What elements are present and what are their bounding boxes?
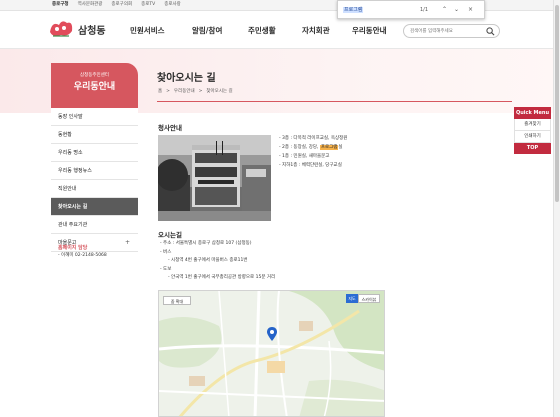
sidebar-header: 삼청동주민센터 우리동안내 <box>51 63 138 108</box>
walk-label: - 도보 <box>160 266 172 272</box>
sidebar-item-news[interactable]: 우리동 행정뉴스 <box>51 162 138 180</box>
utility-links: 종로구청 역사문화관광 종로구의회 종로TV 종로사랑 <box>52 1 181 9</box>
nav-item-notice[interactable]: 알림/참여 <box>192 25 248 36</box>
page-title: 찾아오시는 길 <box>157 73 216 84</box>
logo-icon[interactable] <box>47 17 75 39</box>
find-highlight: 프로그램 <box>319 145 339 150</box>
find-query-field[interactable]: 프로그램 <box>343 5 431 15</box>
utility-link-tourism[interactable]: 역사문화관광 <box>78 1 103 9</box>
floor-item: - 2층 : 동장실, 강당, 프로그램실 <box>279 143 347 152</box>
location-map[interactable]: 줌 확대 지도 스카이뷰 <box>158 290 385 417</box>
contact-info: 홈페이지 담당 - 이혜미 02-2148-5068 <box>58 244 138 260</box>
sidebar-item-label: 우리동 행정뉴스 <box>58 168 92 174</box>
sidebar-item-staff[interactable]: 직원안내 <box>51 180 138 198</box>
sidebar-item-landmarks[interactable]: 우리동 명소 <box>51 144 138 162</box>
section-title-building: 청사안내 <box>158 124 182 132</box>
address-text: - 주소 : 서울특별시 종로구 삼청로 107 (삼청동) <box>160 241 252 246</box>
main-nav: 민원서비스 알림/참여 주민생활 자치회관 우리동안내 <box>130 25 402 36</box>
map-view-button[interactable]: 지도 <box>346 294 358 303</box>
floor-text: 실 <box>338 145 343 150</box>
find-bar: 프로그램 1/1 ⌃ ⌄ × <box>337 0 485 19</box>
quick-menu: Quick Menu 즐겨찾기 인쇄하기 TOP <box>514 107 551 154</box>
sidebar-item-directions[interactable]: 찾아오시는 길 <box>51 198 138 216</box>
scroll-top-button[interactable]: TOP <box>514 143 551 154</box>
utility-link-jongno[interactable]: 종로구청 <box>52 1 69 9</box>
sidebar-title: 우리동안내 <box>73 82 116 92</box>
find-next-icon[interactable]: ⌄ <box>452 5 461 15</box>
breadcrumb: 홈 > 우리동안내 > 찾아오시는 길 <box>158 89 233 95</box>
floor-text: - 2층 : 동장실, 강당, <box>279 145 320 150</box>
floor-list: - 3층 : 다목적 라이프교실, 옥상정원 - 2층 : 동장실, 강당, 프… <box>279 134 347 170</box>
floor-text: - 지하1층 : 체력단련실, 당구교실 <box>279 163 342 168</box>
section-title-directions: 오시는길 <box>158 231 182 239</box>
walk-detail: - 안국역 1번 출구에서 국무총리공관 방향으로 15분 거리 <box>168 275 276 280</box>
find-prev-icon[interactable]: ⌃ <box>440 5 449 15</box>
title-divider <box>157 101 512 102</box>
find-count: 1/1 <box>420 7 429 13</box>
sky-view-button[interactable]: 스카이뷰 <box>358 294 380 303</box>
utility-link-love[interactable]: 종로사랑 <box>164 1 181 9</box>
sidebar-item-label: 찾아오시는 길 <box>58 204 88 210</box>
floor-item: - 3층 : 다목적 라이프교실, 옥상정원 <box>279 134 347 143</box>
sidebar-item-label: 관내 주요기관 <box>58 222 88 228</box>
contact-value: - 이혜미 02-2148-5068 <box>58 253 107 258</box>
sidebar-item-status[interactable]: 동현황 <box>51 126 138 144</box>
site-name[interactable]: 삼청동 <box>78 22 106 37</box>
find-query-text: 프로그램 <box>343 7 364 13</box>
nav-item-autonomy[interactable]: 자치회관 <box>302 25 352 36</box>
bus-label: - 버스 <box>160 249 172 255</box>
sidebar-menu: 동장 인사말 동현황 우리동 명소 우리동 행정뉴스 직원안내 찾아오시는 길 … <box>51 108 138 252</box>
breadcrumb-sep: > <box>166 89 170 94</box>
quick-menu-title: Quick Menu <box>514 107 551 119</box>
breadcrumb-current: 찾아오시는 길 <box>206 89 233 94</box>
quick-print-button[interactable]: 인쇄하기 <box>514 131 551 143</box>
map-marker-icon[interactable] <box>267 327 277 341</box>
contact-title: 홈페이지 담당 <box>58 245 88 251</box>
search-icon[interactable] <box>486 27 495 36</box>
vertical-scrollbar[interactable] <box>553 0 560 417</box>
find-close-icon[interactable]: × <box>466 5 475 15</box>
utility-link-council[interactable]: 종로구의회 <box>111 1 132 9</box>
nav-item-civil[interactable]: 민원서비스 <box>130 25 192 36</box>
breadcrumb-about[interactable]: 우리동안내 <box>174 89 195 95</box>
sidebar-item-label: 동장 인사말 <box>58 114 83 120</box>
map-canvas[interactable] <box>159 291 385 417</box>
bus-detail: - 시청역 4번 출구에서 마을버스 종로11번 <box>168 258 248 263</box>
building-photo <box>158 135 271 221</box>
breadcrumb-home[interactable]: 홈 <box>158 89 162 95</box>
utility-link-tv[interactable]: 종로TV <box>141 1 155 9</box>
sidebar-item-institutions[interactable]: 관내 주요기관 <box>51 216 138 234</box>
sidebar-item-label: 직원안내 <box>58 186 77 192</box>
floor-text: - 1층 : 민원실, 새마을문고 <box>279 154 330 159</box>
breadcrumb-sep: > <box>198 89 203 94</box>
directions-info: - 주소 : 서울특별시 종로구 삼청로 107 (삼청동) - 버스 - 시청… <box>160 240 275 283</box>
scrollbar-thumb[interactable] <box>555 5 559 202</box>
floor-text: - 3층 : 다목적 라이프교실, 옥상정원 <box>279 136 348 141</box>
search-box <box>403 24 500 38</box>
floor-item: - 1층 : 민원실, 새마을문고 <box>279 152 347 161</box>
sidebar-item-label: 우리동 명소 <box>58 150 83 156</box>
quick-bookmark-button[interactable]: 즐겨찾기 <box>514 119 551 131</box>
nav-item-about[interactable]: 우리동안내 <box>352 25 402 36</box>
map-zoom-button[interactable]: 줌 확대 <box>163 296 191 305</box>
sidebar-item-greeting[interactable]: 동장 인사말 <box>51 108 138 126</box>
nav-item-life[interactable]: 주민생활 <box>248 25 302 36</box>
floor-item: - 지하1층 : 체력단련실, 당구교실 <box>279 161 347 170</box>
sidebar-item-label: 동현황 <box>58 132 72 138</box>
search-input[interactable] <box>410 27 484 36</box>
sidebar-subtitle: 삼청동주민센터 <box>80 73 109 78</box>
